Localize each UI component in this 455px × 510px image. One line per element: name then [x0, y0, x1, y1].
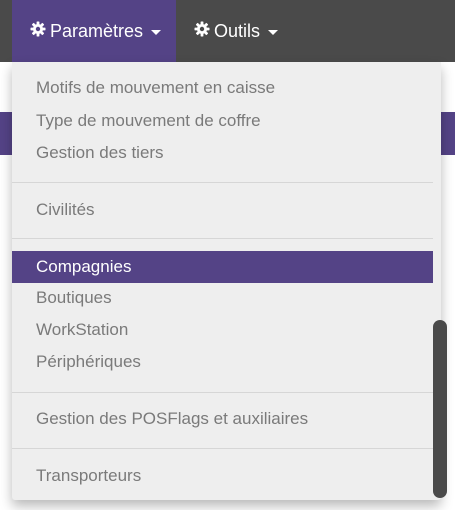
- menu-divider: [12, 238, 433, 239]
- menu-item-gestion-tiers[interactable]: Gestion des tiers: [12, 137, 433, 169]
- menu-divider: [12, 392, 433, 393]
- nav-outils-label: Outils: [214, 20, 261, 41]
- menu-item-type-mouvement-coffre[interactable]: Type de mouvement de coffre: [12, 105, 433, 137]
- parametres-dropdown-menu: Motifs de mouvement en caisse Type de mo…: [12, 62, 441, 500]
- gear-icon: [194, 21, 210, 42]
- nav-parametres-label: Paramètres: [50, 20, 144, 41]
- caret-down-icon: [268, 29, 279, 35]
- menu-item-motifs-mouvement-caisse[interactable]: Motifs de mouvement en caisse: [12, 72, 433, 104]
- nav-outils[interactable]: Outils: [176, 0, 296, 62]
- menu-item-gestion-posflags[interactable]: Gestion des POSFlags et auxiliaires: [12, 403, 433, 435]
- menu-item-peripheriques[interactable]: Périphériques: [12, 346, 433, 378]
- menu-item-workstation[interactable]: WorkStation: [12, 314, 433, 346]
- nav-parametres[interactable]: Paramètres: [12, 0, 176, 62]
- caret-down-icon: [151, 29, 162, 35]
- menu-divider: [12, 182, 433, 183]
- menu-item-civilites[interactable]: Civilités: [12, 194, 433, 226]
- menu-item-compagnies[interactable]: Compagnies: [12, 251, 433, 283]
- dropdown-scrollbar-thumb[interactable]: [433, 320, 447, 498]
- page: Paramètres Outils Motifs de mouvement en…: [0, 0, 455, 510]
- menu-item-boutiques[interactable]: Boutiques: [12, 282, 433, 314]
- gear-icon: [30, 21, 46, 42]
- top-navbar: Paramètres Outils: [0, 0, 455, 62]
- background-header-band: [441, 112, 455, 155]
- menu-divider: [12, 448, 433, 449]
- background-header-band: [0, 112, 12, 155]
- menu-item-transporteurs[interactable]: Transporteurs: [12, 460, 433, 492]
